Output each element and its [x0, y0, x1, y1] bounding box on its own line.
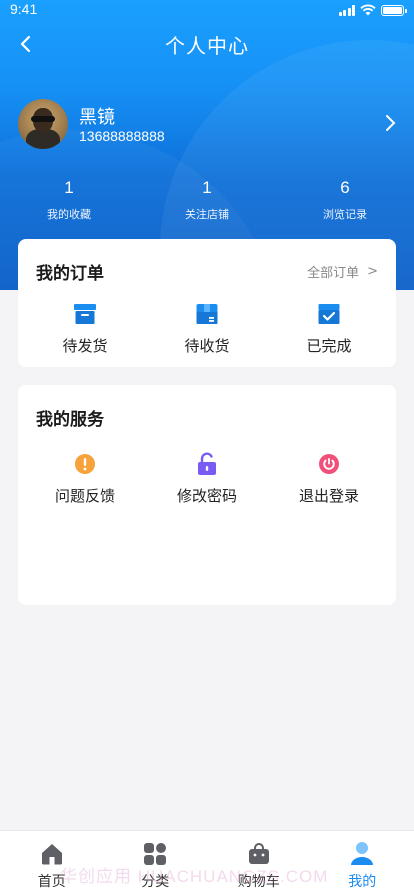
- all-orders-arrow: >: [367, 264, 378, 279]
- status-bar: 9:41: [0, 0, 414, 22]
- status-icons: [338, 4, 407, 16]
- profile-row[interactable]: 黑镜 13688888888: [18, 99, 400, 151]
- stat-label: 我的收藏: [47, 208, 91, 221]
- home-icon: [39, 841, 65, 867]
- tab-category[interactable]: 分类: [104, 831, 208, 896]
- completed-icon: [316, 301, 342, 327]
- orders-card: 我的订单 全部订单 > 待发货 待收货 已完成: [18, 239, 396, 367]
- stat-favorites[interactable]: 1 我的收藏: [0, 178, 138, 222]
- tab-label: 我的: [348, 874, 377, 890]
- orders-title: 我的订单: [36, 264, 104, 284]
- stat-value: 1: [64, 178, 74, 197]
- stat-label: 浏览记录: [323, 208, 367, 221]
- tab-cart[interactable]: 购物车: [207, 831, 311, 896]
- stat-label: 关注店铺: [185, 208, 229, 221]
- item-label: 待收货: [184, 337, 230, 355]
- tab-label: 购物车: [237, 874, 280, 890]
- item-label: 待发货: [62, 337, 108, 355]
- item-label: 问题反馈: [54, 487, 115, 505]
- signal-icon: [338, 4, 355, 16]
- stat-value: 1: [202, 178, 212, 197]
- stat-value: 6: [340, 178, 350, 197]
- order-completed[interactable]: 已完成: [268, 301, 390, 356]
- tab-home[interactable]: 首页: [0, 831, 104, 896]
- stats-row: 1 我的收藏 1 关注店铺 6 浏览记录: [0, 178, 414, 222]
- item-label: 修改密码: [176, 487, 237, 505]
- logout-icon: [316, 451, 342, 477]
- feedback-icon: [72, 451, 98, 477]
- service-feedback[interactable]: 问题反馈: [24, 451, 146, 506]
- battery-icon: [381, 4, 407, 16]
- user-phone: 13688888888: [79, 128, 165, 144]
- page-title: 个人中心: [165, 34, 249, 58]
- stat-followed-shops[interactable]: 1 关注店铺: [138, 178, 276, 222]
- lock-icon: [194, 451, 220, 477]
- tab-label: 分类: [141, 874, 170, 890]
- order-pending-shipment[interactable]: 待发货: [24, 301, 146, 356]
- pending-receipt-icon: [194, 301, 220, 327]
- avatar[interactable]: [18, 99, 68, 149]
- status-time: 9:41: [10, 1, 38, 17]
- cart-icon: [246, 841, 272, 867]
- category-icon: [142, 841, 168, 867]
- user-name: 黑镜: [79, 107, 115, 128]
- chevron-right-icon[interactable]: [380, 113, 400, 133]
- services-title: 我的服务: [36, 410, 104, 430]
- item-label: 退出登录: [298, 487, 359, 505]
- tab-label: 首页: [37, 874, 66, 890]
- order-pending-receipt[interactable]: 待收货: [146, 301, 268, 356]
- profile-icon: [349, 841, 375, 867]
- services-card: 我的服务 问题反馈 修改密码 退出登录: [18, 385, 396, 605]
- wifi-icon: [360, 4, 376, 16]
- all-orders-label: 全部订单: [307, 266, 360, 281]
- tab-profile[interactable]: 我的: [311, 831, 414, 896]
- item-label: 已完成: [306, 337, 352, 355]
- stat-history[interactable]: 6 浏览记录: [276, 178, 414, 222]
- tab-bar: 首页 分类 购物车 我的: [0, 830, 414, 896]
- all-orders-link[interactable]: 全部订单 >: [307, 262, 378, 281]
- service-logout[interactable]: 退出登录: [268, 451, 390, 506]
- pending-shipment-icon: [72, 301, 98, 327]
- nav-bar: 个人中心: [0, 22, 414, 66]
- service-change-password[interactable]: 修改密码: [146, 451, 268, 506]
